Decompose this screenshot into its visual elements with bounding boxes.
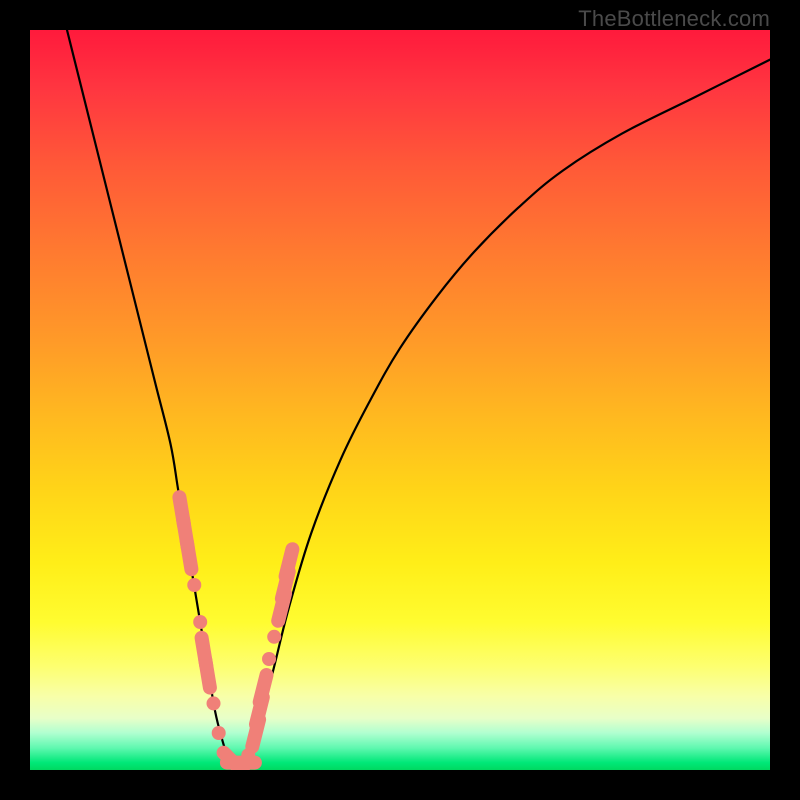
watermark-text: TheBottleneck.com — [578, 6, 770, 32]
data-marker-segment — [205, 660, 210, 688]
curve-path — [67, 30, 770, 770]
data-marker-dot — [187, 578, 201, 592]
data-marker-dot — [262, 652, 276, 666]
bottleneck-curve — [67, 30, 770, 770]
plot-area — [30, 30, 770, 770]
marker-group — [179, 497, 292, 770]
data-marker-dot — [193, 615, 207, 629]
plot-svg — [30, 30, 770, 770]
data-marker-dot — [207, 696, 221, 710]
data-marker-segment — [187, 542, 192, 570]
chart-container: TheBottleneck.com — [0, 0, 800, 800]
data-marker-dot — [267, 630, 281, 644]
data-marker-dot — [212, 726, 226, 740]
data-marker-segment — [286, 549, 293, 576]
data-marker-segment — [260, 675, 267, 702]
